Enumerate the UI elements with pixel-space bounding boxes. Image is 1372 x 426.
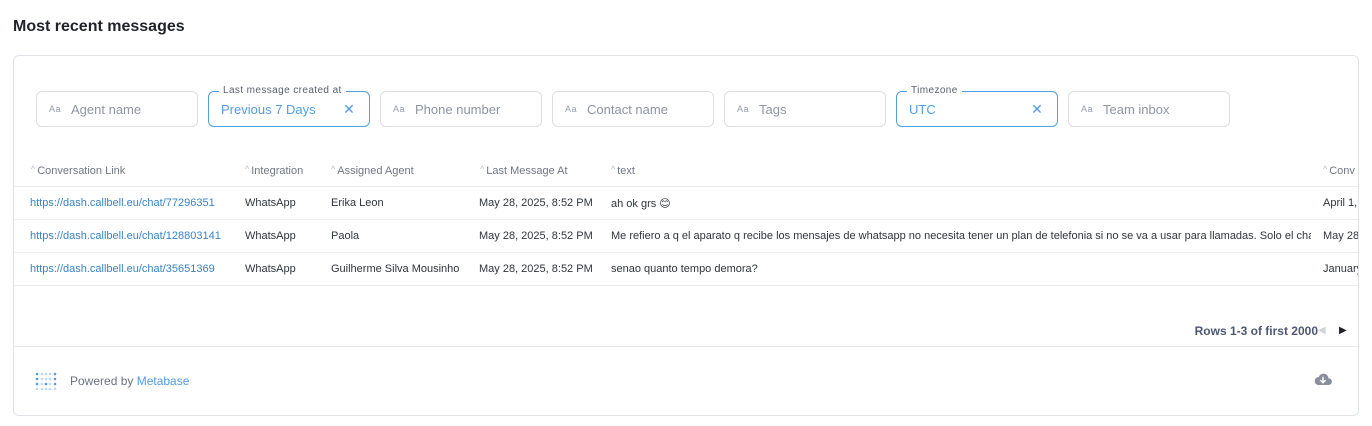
- sort-caret-icon: ^: [611, 164, 616, 174]
- table-row-divider: [14, 285, 1358, 286]
- filter-value: UTC: [909, 101, 936, 117]
- sort-caret-icon: ^: [31, 164, 36, 174]
- filter-label: Last message created at: [219, 85, 346, 97]
- chevron-left-icon[interactable]: ◀: [1318, 325, 1328, 337]
- filter-placeholder: Phone number: [415, 101, 501, 117]
- text-type-icon: Aa: [737, 104, 750, 114]
- filter-tags[interactable]: Aa Tags: [724, 91, 886, 127]
- conv-cell: January: [1323, 263, 1359, 275]
- filter-placeholder: Team inbox: [1103, 101, 1170, 117]
- filter-label: Timezone: [907, 85, 962, 97]
- integration-cell: WhatsApp: [245, 263, 296, 275]
- column-header-conv[interactable]: ^ Conv: [1323, 164, 1355, 177]
- text-cell: ah ok grs 😊: [611, 198, 671, 210]
- filter-team-inbox[interactable]: Aa Team inbox: [1068, 91, 1230, 127]
- close-icon[interactable]: ✕: [1029, 101, 1045, 117]
- column-header-last-message-at[interactable]: ^ Last Message At: [480, 164, 568, 177]
- table-row: https://dash.callbell.eu/chat/35651369 W…: [14, 252, 1359, 285]
- conv-cell: May 28: [1323, 230, 1359, 242]
- conversation-link[interactable]: https://dash.callbell.eu/chat/128803141: [30, 230, 221, 242]
- metabase-link[interactable]: Metabase: [137, 374, 190, 388]
- filter-value: Previous 7 Days: [221, 101, 316, 117]
- sort-caret-icon: ^: [1323, 164, 1328, 174]
- pagination-label: Rows 1-3 of first 2000: [1194, 324, 1318, 338]
- column-header-assigned-agent[interactable]: ^ Assigned Agent: [331, 164, 414, 177]
- column-header-integration[interactable]: ^ Integration: [245, 164, 303, 177]
- table-row: https://dash.callbell.eu/chat/77296351 W…: [14, 186, 1358, 219]
- filter-bar: Aa Agent name Last message created at Pr…: [36, 85, 1230, 127]
- page-title: Most recent messages: [13, 18, 185, 35]
- embed-footer: Powered by Metabase: [14, 346, 1358, 415]
- agent-cell: Paola: [331, 230, 360, 242]
- agent-cell: Erika Leon: [331, 197, 384, 209]
- filter-placeholder: Tags: [759, 101, 787, 117]
- text-type-icon: Aa: [49, 104, 62, 114]
- cloud-download-icon[interactable]: [1314, 373, 1332, 387]
- metabase-logo-icon[interactable]: [35, 372, 57, 390]
- dashboard-card: Aa Agent name Last message created at Pr…: [13, 55, 1359, 416]
- filter-placeholder: Contact name: [587, 101, 668, 117]
- integration-cell: WhatsApp: [245, 197, 296, 209]
- text-type-icon: Aa: [565, 104, 578, 114]
- integration-cell: WhatsApp: [245, 230, 296, 242]
- text-type-icon: Aa: [393, 104, 406, 114]
- filter-last-message-created-at[interactable]: Last message created at Previous 7 Days …: [208, 85, 370, 127]
- text-type-icon: Aa: [1081, 104, 1094, 114]
- filter-contact-name[interactable]: Aa Contact name: [552, 91, 714, 127]
- last-message-at-cell: May 28, 2025, 8:52 PM: [479, 197, 593, 209]
- last-message-at-cell: May 28, 2025, 8:52 PM: [479, 263, 593, 275]
- column-header-text[interactable]: ^ text: [611, 164, 635, 177]
- conv-cell: April 1,: [1323, 197, 1358, 209]
- table-row: https://dash.callbell.eu/chat/128803141 …: [14, 219, 1359, 252]
- filter-agent-name[interactable]: Aa Agent name: [36, 91, 198, 127]
- filter-phone-number[interactable]: Aa Phone number: [380, 91, 542, 127]
- filter-placeholder: Agent name: [71, 101, 142, 117]
- agent-cell: Guilherme Silva Mousinho: [331, 263, 460, 275]
- filter-timezone[interactable]: Timezone UTC ✕: [896, 85, 1058, 127]
- text-cell: senao quanto tempo demora?: [611, 263, 758, 275]
- sort-caret-icon: ^: [245, 164, 250, 174]
- chevron-right-icon[interactable]: ▶: [1339, 325, 1349, 337]
- sort-caret-icon: ^: [331, 164, 336, 174]
- last-message-at-cell: May 28, 2025, 8:52 PM: [479, 230, 593, 242]
- column-header-conversation-link[interactable]: ^ Conversation Link: [31, 164, 125, 177]
- powered-by-text: Powered by Metabase: [70, 374, 190, 388]
- sort-caret-icon: ^: [480, 164, 485, 174]
- conversation-link[interactable]: https://dash.callbell.eu/chat/35651369: [30, 263, 215, 275]
- conversation-link[interactable]: https://dash.callbell.eu/chat/77296351: [30, 197, 215, 209]
- text-cell: Me refiero a q el aparato q recibe los m…: [611, 230, 1311, 242]
- close-icon[interactable]: ✕: [341, 101, 357, 117]
